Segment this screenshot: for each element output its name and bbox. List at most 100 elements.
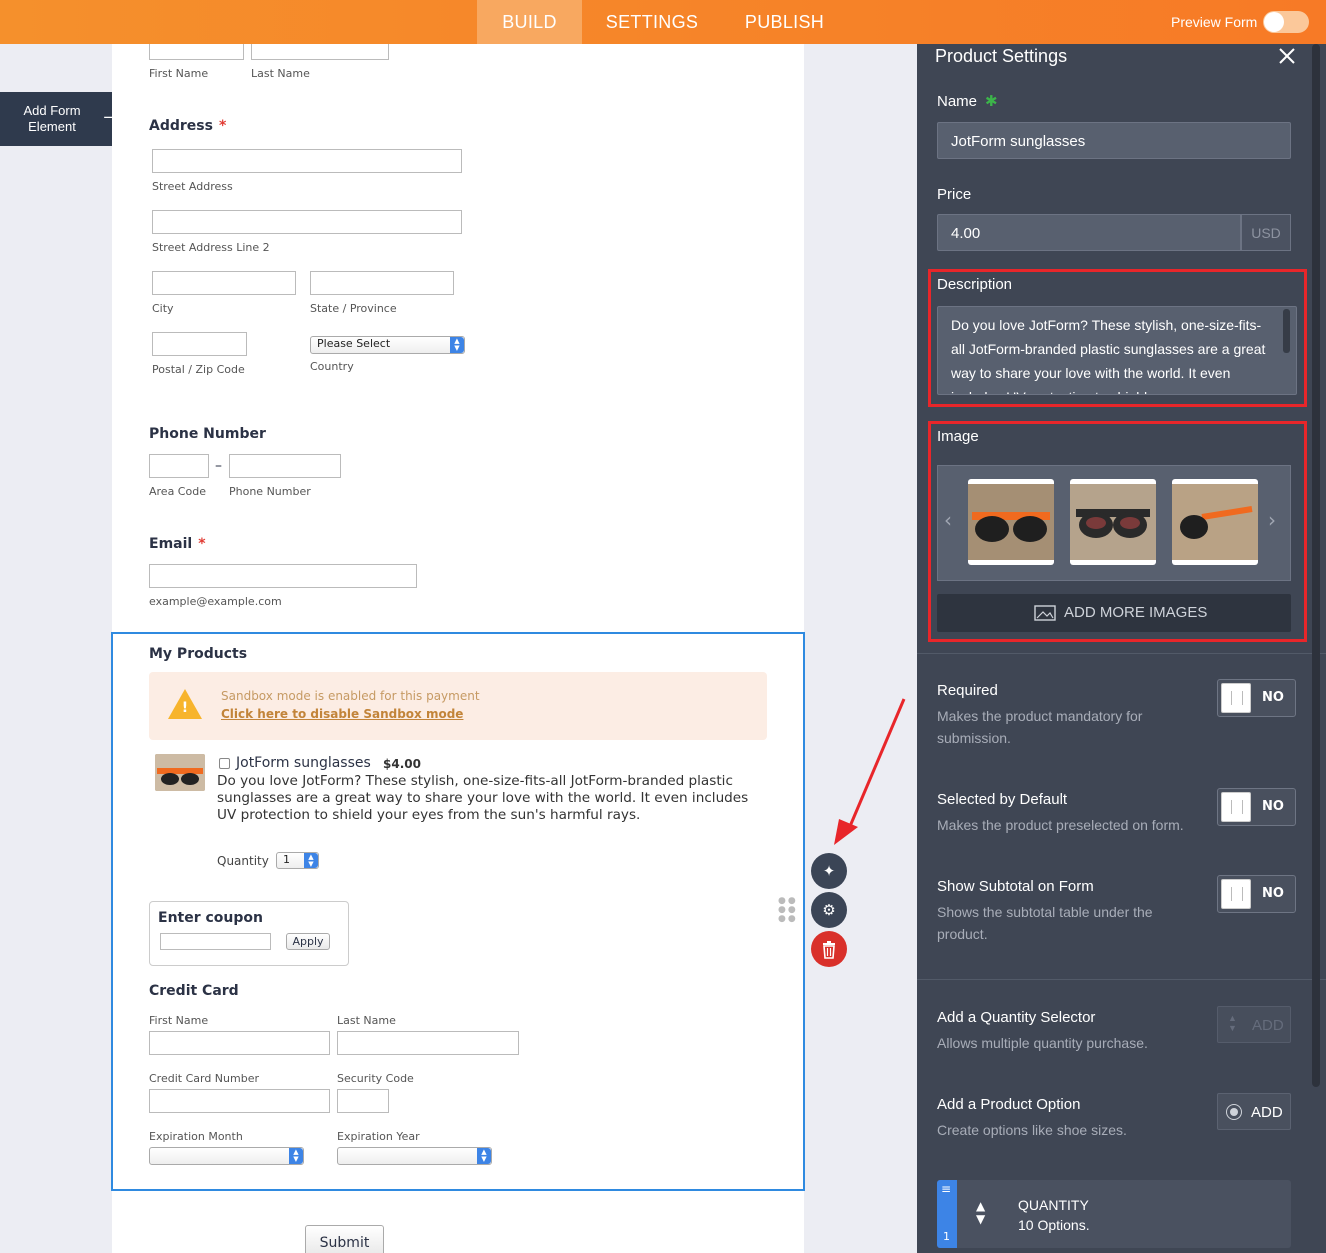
cc-exp-month-label: Expiration Month [149,1130,243,1143]
cc-last-name-input[interactable] [337,1031,519,1055]
option-card-title: QUANTITY [1018,1197,1089,1213]
phone-dash: – [215,458,222,474]
description-textarea[interactable]: Do you love JotForm? These stylish, one-… [937,306,1297,395]
add-quantity-selector-button[interactable]: ▲ ▼ ADD [1217,1006,1291,1043]
credit-card-title: Credit Card [149,983,239,999]
phone-number-sublabel: Phone Number [229,485,311,498]
select-arrows-icon: ▲ ▼ [450,337,464,353]
show-subtotal-label: Show Subtotal on Form [937,878,1094,895]
price-input[interactable]: 4.00 [937,214,1241,251]
cc-security-input[interactable] [337,1089,389,1113]
selected-default-desc: Makes the product preselected on form. [937,817,1184,833]
drag-handle-icon[interactable]: ●● ●● ●● [778,897,796,927]
state-input[interactable] [310,271,454,295]
phone-number-input[interactable] [229,454,341,478]
first-name-input[interactable] [149,44,244,60]
cc-exp-year-select[interactable]: ▲ ▼ [337,1147,492,1165]
name-input[interactable]: JotForm sunglasses [937,122,1291,159]
submit-button[interactable]: Submit [305,1225,384,1253]
panel-divider [917,979,1326,980]
select-arrows-icon: ▲ ▼ [304,853,318,868]
panel-title: Product Settings [935,46,1068,66]
cc-exp-year-label: Expiration Year [337,1130,420,1143]
cc-security-label: Security Code [337,1072,414,1085]
cc-first-name-input[interactable] [149,1031,330,1055]
product-option-desc: Create options like shoe sizes. [937,1122,1127,1138]
sort-arrows-icon: ▲ ▼ [1228,1013,1237,1033]
option-card-handle[interactable]: ≡ 1 [937,1180,957,1248]
zip-sublabel: Postal / Zip Code [152,363,245,376]
select-arrows-icon: ▲ ▼ [477,1148,491,1164]
product-image-3[interactable] [1172,479,1258,565]
quantity-option-card[interactable] [937,1180,1291,1248]
price-label: Price [937,186,972,203]
cc-number-input[interactable] [149,1089,330,1113]
selected-default-toggle[interactable]: NO [1217,788,1296,826]
textarea-scrollbar[interactable] [1283,309,1290,353]
quantity-select[interactable]: 1 ▲ ▼ [276,852,319,869]
cc-exp-month-select[interactable]: ▲ ▼ [149,1147,304,1165]
required-toggle[interactable]: NO [1217,679,1296,717]
last-name-input[interactable] [251,44,389,60]
cc-last-name-label: Last Name [337,1014,396,1027]
product-image-1[interactable] [968,479,1054,565]
state-sublabel: State / Province [310,302,397,315]
chevron-left-icon[interactable]: ‹ [944,508,952,532]
product-image-2[interactable] [1070,479,1156,565]
show-subtotal-toggle[interactable]: NO [1217,875,1296,913]
tab-publish[interactable]: PUBLISH [722,0,847,44]
preview-form-toggle[interactable] [1263,11,1309,33]
panel-divider [917,653,1326,654]
panel-scrollbar[interactable] [1312,44,1320,1087]
country-select[interactable]: Please Select ▲ ▼ [310,336,465,354]
trash-icon[interactable] [811,931,847,967]
add-more-images-label: ADD MORE IMAGES [1064,604,1208,621]
sandbox-text: Sandbox mode is enabled for this payment [221,689,480,703]
city-input[interactable] [152,271,296,295]
gear-icon[interactable]: ⚙ [811,892,847,928]
description-label: Description [937,276,1013,293]
toggle-state: NO [1262,886,1284,901]
zip-input[interactable] [152,332,247,356]
area-code-input[interactable] [149,454,209,478]
quantity-label: Quantity [217,854,269,868]
close-icon[interactable] [1278,47,1296,65]
warning-exclamation: ! [181,700,189,716]
product-option-label: Add a Product Option [937,1096,1081,1113]
coupon-input[interactable] [160,933,271,950]
menu-icon: ≡ [941,1182,952,1196]
street-address-input[interactable] [152,149,462,173]
radio-icon [1226,1104,1242,1120]
sandbox-notice: Sandbox mode is enabled for this payment… [149,672,767,740]
cc-number-label: Credit Card Number [149,1072,259,1085]
option-card-subtitle: 10 Options. [1018,1217,1090,1233]
chevron-right-icon[interactable]: › [1268,508,1276,532]
add-label: ADD [1251,1104,1283,1121]
street-address-2-input[interactable] [152,210,462,234]
add-product-option-button[interactable]: ADD [1217,1093,1291,1130]
email-hint: example@example.com [149,595,282,608]
add-form-element-label: Add Form Element [23,103,81,134]
add-more-images-button[interactable]: ADD MORE IMAGES [937,594,1291,632]
product-checkbox[interactable] [219,758,230,769]
tab-settings[interactable]: SETTINGS [582,0,722,44]
add-label: ADD [1252,1017,1284,1034]
coupon-title: Enter coupon [158,910,263,926]
cc-first-name-label: First Name [149,1014,209,1027]
required-desc: Makes the product mandatory for submissi… [937,708,1143,746]
tab-build[interactable]: BUILD [477,0,582,44]
product-thumbnail [155,754,205,791]
last-name-sublabel: Last Name [251,67,310,80]
magic-wand-icon[interactable]: ✦ [811,853,847,889]
red-arrow-annotation [834,698,906,845]
email-input[interactable] [149,564,417,588]
country-sublabel: Country [310,360,354,373]
disable-sandbox-link[interactable]: Click here to disable Sandbox mode [221,707,463,721]
required-label: Required [937,682,998,699]
sort-arrows-icon: ▲ ▼ [976,1199,986,1226]
street-address-2-sublabel: Street Address Line 2 [152,241,270,254]
image-label: Image [937,428,979,445]
option-index: 1 [943,1230,950,1243]
email-label: Email * [149,536,206,552]
apply-coupon-button[interactable]: Apply [286,933,330,950]
